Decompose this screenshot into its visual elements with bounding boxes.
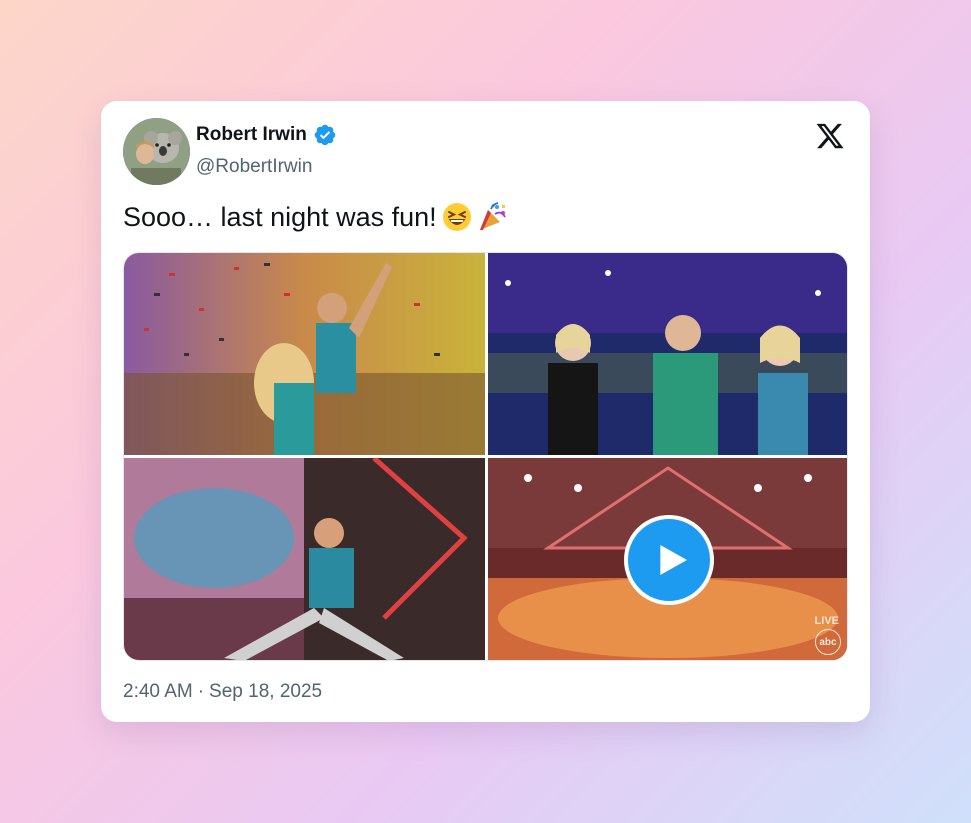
play-icon	[659, 544, 687, 575]
media-photo-3[interactable]	[124, 458, 485, 660]
media-video[interactable]: LIVE abc	[488, 458, 847, 660]
live-badge: LIVE	[814, 615, 839, 627]
author-name[interactable]: Robert Irwin	[196, 124, 307, 146]
grinning-squinting-face-icon	[442, 203, 471, 231]
tweet-card: Robert Irwin @RobertIrwin Sooo… last nig…	[101, 101, 870, 722]
party-popper-icon	[479, 202, 506, 230]
avatar[interactable]	[123, 118, 190, 185]
tweet-text-row: Sooo… last night was fun!	[123, 201, 509, 233]
x-logo-icon[interactable]	[814, 121, 846, 151]
tweet-time: 2:40 AM	[123, 681, 193, 702]
network-badge: abc	[815, 629, 841, 655]
media-photo-1[interactable]	[124, 253, 485, 455]
play-button[interactable]	[623, 514, 714, 605]
media-grid: LIVE abc	[123, 252, 848, 661]
tweet-date: Sep 18, 2025	[209, 681, 323, 702]
tweet-text: Sooo… last night was fun!	[123, 201, 437, 232]
timestamp-separator: ·	[197, 681, 205, 702]
verified-badge-icon	[314, 124, 336, 146]
media-photo-2[interactable]	[488, 253, 847, 455]
tweet-timestamp[interactable]: 2:40 AM · Sep 18, 2025	[123, 681, 322, 703]
author-handle[interactable]: @RobertIrwin	[196, 156, 312, 178]
